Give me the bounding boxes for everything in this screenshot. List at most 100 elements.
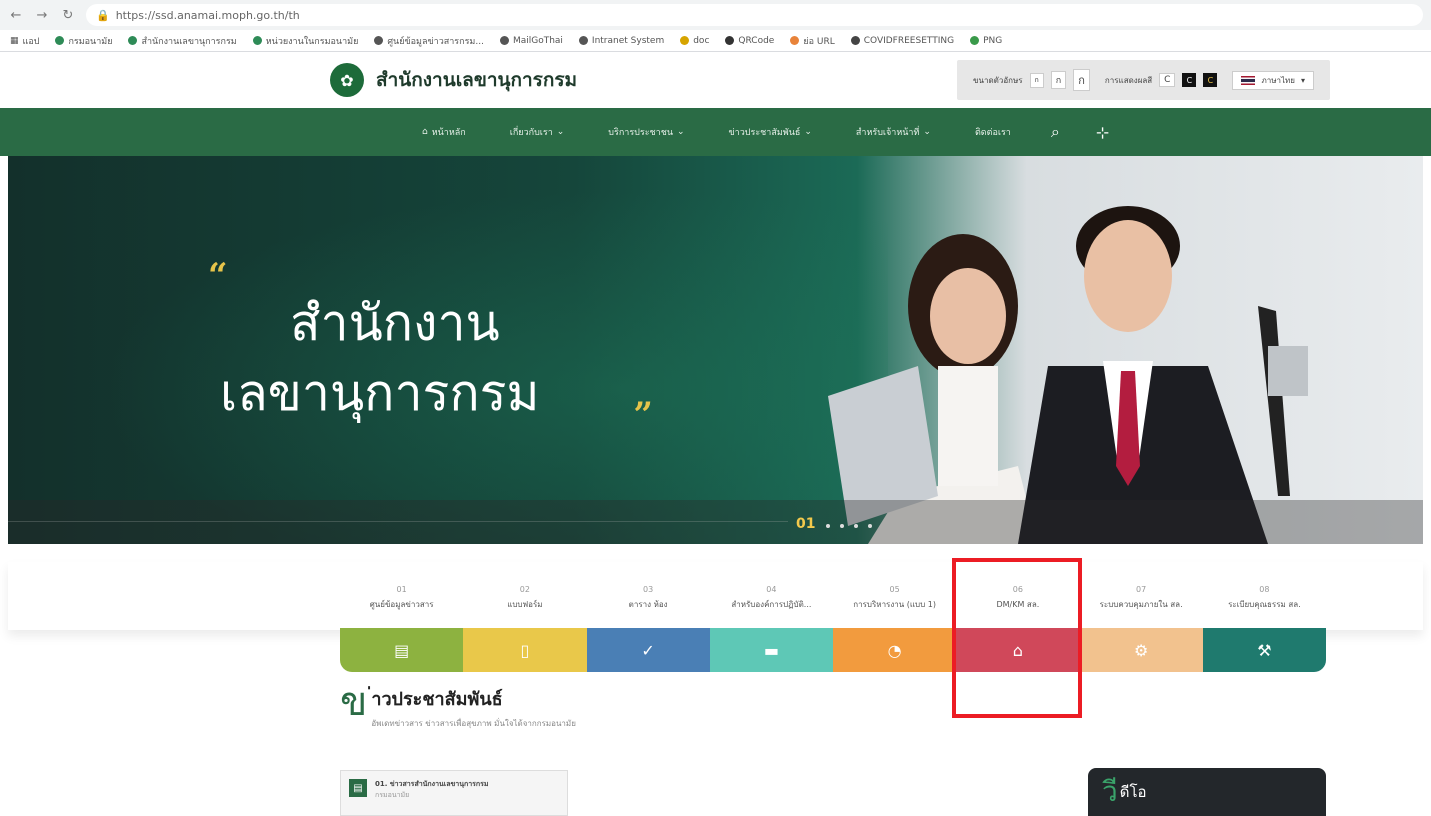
site-title: สำนักงานเลขานุการกรม <box>376 69 578 91</box>
hero-title-line2: เลขานุการกรม <box>220 364 540 422</box>
bookmark-item[interactable]: กรมอนามัย <box>55 34 112 48</box>
slide-number: 01 <box>796 516 816 532</box>
font-size-small-button[interactable]: ก <box>1029 72 1044 88</box>
document-icon[interactable]: ▯ <box>463 628 587 672</box>
hammer-icon[interactable]: ⚒ <box>1202 628 1326 672</box>
graduation-cap-icon[interactable]: ⌂ <box>956 628 1080 672</box>
bookmark-item[interactable]: ย่อ URL <box>790 34 835 48</box>
search-icon[interactable]: ⌕ <box>1033 122 1078 142</box>
slide-dots <box>826 524 872 528</box>
hero-banner: “ สำนักงาน เลขานุการกรม „ 01 <box>8 156 1423 544</box>
news-card-title: 01. ข่าวสารสำนักงานเลขานุการกรม <box>375 780 489 788</box>
news-heading-title: ่าวประชาสัมพันธ์ <box>371 689 503 710</box>
pie-chart-icon[interactable]: ◔ <box>833 628 957 672</box>
pen-icon <box>850 36 860 45</box>
link-icon <box>790 36 800 45</box>
thai-flag-icon <box>1241 75 1256 85</box>
language-select[interactable]: ภาษาไทย ▾ <box>1232 70 1314 90</box>
site-icon <box>252 36 262 45</box>
bookmark-item[interactable]: COVIDFREESETTING <box>850 36 954 46</box>
chevron-down-icon: ▾ <box>1300 75 1305 85</box>
logo-link[interactable]: ✿ สำนักงานเลขานุการกรม <box>330 63 577 97</box>
bookmark-item[interactable]: PNG <box>970 36 1002 46</box>
clipboard-icon[interactable]: ▤ <box>340 628 464 672</box>
font-size-medium-button[interactable]: ก <box>1050 71 1067 89</box>
news-card-subtitle: กรมอนามัย <box>375 791 410 799</box>
service-tab-ethics[interactable]: 08 ระเบียบคุณธรรม สล. <box>1203 570 1326 626</box>
news-heading-subtitle: อัพเดทข่าวสาร ข่าวสารเพื่อสุขภาพ มั่นใจไ… <box>371 719 576 728</box>
globe-icon <box>499 36 509 45</box>
hero-people-photo <box>828 206 1308 544</box>
department-logo-icon: ✿ <box>330 63 364 97</box>
forward-icon[interactable]: → <box>34 8 50 23</box>
hero-title-line1: สำนักงาน <box>290 294 500 352</box>
video-section-header: วี ดีโอ <box>1088 768 1326 816</box>
bookmark-item[interactable]: MailGoThai <box>499 36 563 46</box>
font-size-large-button[interactable]: ก <box>1073 69 1090 91</box>
chevron-down-icon: ⌄ <box>923 127 931 137</box>
video-heading-initial: วี <box>1102 775 1118 808</box>
bookmark-item[interactable]: หน่วยงานในกรมอนามัย <box>252 34 358 48</box>
slide-dot[interactable] <box>854 524 858 528</box>
bookmarks-bar: ▦ แอป กรมอนามัย สำนักงานเลขานุการกรม หน่ว… <box>0 30 1431 52</box>
gear-icon[interactable]: ⚙ <box>1079 628 1203 672</box>
nav-about[interactable]: เกี่ยวกับเรา ⌄ <box>488 125 587 139</box>
globe-icon <box>374 36 384 45</box>
reload-icon[interactable]: ↻ <box>60 8 76 23</box>
bookmark-item[interactable]: Intranet System <box>578 36 664 46</box>
slide-dot[interactable] <box>840 524 844 528</box>
qrcode-icon <box>725 36 735 45</box>
bookmark-item[interactable]: ศูนย์ข้อมูลข่าวสารกรม... <box>374 34 484 48</box>
slide-dot[interactable] <box>826 524 830 528</box>
service-tab-operations[interactable]: 04 สำหรับองค์การปฏิบัติ... <box>710 570 833 626</box>
doc-icon <box>680 36 690 45</box>
document-icon: ▤ <box>349 779 367 797</box>
nav-contact[interactable]: ติดต่อเรา <box>953 125 1033 139</box>
bookmark-item[interactable]: doc <box>680 36 709 46</box>
lock-icon: 🔒 <box>96 8 110 22</box>
site-icon <box>128 36 138 45</box>
archive-icon[interactable]: ▬ <box>709 628 833 672</box>
address-bar[interactable]: 🔒 https://ssd.anamai.moph.go.th/th <box>86 4 1423 26</box>
service-color-bar: ▤ ▯ ✓ ▬ ◔ ⌂ ⚙ ⚒ <box>340 628 1326 672</box>
home-icon: ⌂ <box>422 127 428 137</box>
font-size-label: ขนาดตัวอักษร <box>973 75 1023 85</box>
contrast-dark-button[interactable]: C <box>1182 73 1197 87</box>
accessibility-toolbar: ขนาดตัวอักษร ก ก ก การแสดงผลสี C C C ภาษ… <box>957 60 1330 100</box>
nav-staff[interactable]: สำหรับเจ้าหน้าที่ ⌄ <box>834 125 953 139</box>
news-category-card[interactable]: ▤ 01. ข่าวสารสำนักงานเลขานุการกรม กรมอนา… <box>340 770 568 816</box>
back-icon[interactable]: ← <box>8 8 24 23</box>
browser-toolbar: ← → ↻ 🔒 https://ssd.anamai.moph.go.th/th <box>0 0 1431 30</box>
check-icon[interactable]: ✓ <box>586 628 710 672</box>
main-navigation: ⌂ หน้าหลัก เกี่ยวกับเรา ⌄ บริการประชาชน ⌄ ข… <box>0 108 1431 156</box>
service-tab-info-center[interactable]: 01 ศูนย์ข้อมูลข่าวสาร <box>340 570 463 626</box>
service-tab-forms[interactable]: 02 แบบฟอร์ม <box>463 570 586 626</box>
nav-services[interactable]: บริการประชาชน ⌄ <box>586 125 706 139</box>
service-tab-room-schedule[interactable]: 03 ตาราง ห้อง <box>587 570 710 626</box>
sitemap-icon[interactable]: ⊹ <box>1078 123 1127 142</box>
bookmark-item[interactable]: QRCode <box>725 36 774 46</box>
contrast-normal-button[interactable]: C <box>1159 73 1176 87</box>
quote-close-mark: „ <box>634 376 654 416</box>
service-tab-dm-km[interactable]: 06 DM/KM สล. <box>956 570 1079 626</box>
news-heading: ข ่าวประชาสัมพันธ์ อัพเดทข่าวสาร ข่าวสาร… <box>340 682 576 730</box>
service-tab-internal-control[interactable]: 07 ระบบควบคุมภายใน สล. <box>1080 570 1203 626</box>
bookmark-item[interactable]: สำนักงานเลขานุการกรม <box>128 34 237 48</box>
chevron-down-icon: ⌄ <box>556 127 565 137</box>
site-header: ✿ สำนักงานเลขานุการกรม ขนาดตัวอักษร ก ก … <box>0 52 1431 108</box>
site-icon <box>55 36 65 45</box>
url-text: https://ssd.anamai.moph.go.th/th <box>115 8 300 22</box>
service-tab-management[interactable]: 05 การบริหารงาน (แบบ 1) <box>833 570 956 626</box>
contrast-yellow-button[interactable]: C <box>1203 73 1218 87</box>
chevron-down-icon: ⌄ <box>804 127 812 137</box>
chevron-down-icon: ⌄ <box>676 127 685 137</box>
nav-news[interactable]: ข่าวประชาสัมพันธ์ ⌄ <box>707 125 834 139</box>
slide-dot[interactable] <box>868 524 872 528</box>
service-tabs: 01 ศูนย์ข้อมูลข่าวสาร 02 แบบฟอร์ม 03 ตาราง … <box>340 570 1326 626</box>
image-icon <box>970 36 980 45</box>
nav-home[interactable]: ⌂ หน้าหลัก <box>400 125 488 139</box>
bookmark-apps[interactable]: ▦ แอป <box>10 34 39 48</box>
quote-open-mark: “ <box>208 256 228 296</box>
slider-controls <box>8 500 1423 544</box>
video-heading-title: ดีโอ <box>1119 783 1147 801</box>
